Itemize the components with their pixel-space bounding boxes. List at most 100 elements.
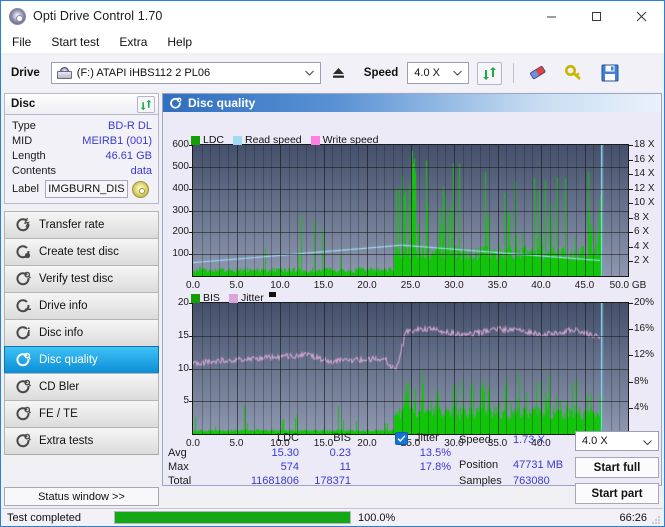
- sidebar-item-transfer-rate[interactable]: Transfer rate: [4, 211, 159, 239]
- gridline-vertical-minor: [619, 145, 620, 276]
- sidebar-item-extra-tests[interactable]: Extra tests: [4, 427, 159, 455]
- axis-tick-label: 4 X: [634, 240, 650, 252]
- gridline-vertical-major: [585, 145, 586, 276]
- axis-tick: [629, 303, 633, 304]
- gridline-vertical-minor: [306, 303, 307, 434]
- gridline-vertical-minor: [611, 145, 612, 276]
- window-controls: [529, 1, 664, 31]
- legend-swatch-ldc: [191, 135, 200, 145]
- status-window-button[interactable]: Status window >>: [4, 487, 159, 506]
- bis-jitter-plot[interactable]: [192, 302, 629, 435]
- gridline-vertical-minor: [602, 145, 603, 276]
- axis-tick-label: 8 X: [634, 211, 650, 223]
- axis-tick-label: 20.0: [357, 280, 377, 291]
- jitter-checkbox[interactable]: [395, 432, 408, 445]
- gridline-vertical-major: [541, 303, 542, 434]
- sidebar-item-disc-quality[interactable]: Disc quality: [4, 346, 159, 374]
- chevron-down-icon: [643, 440, 652, 446]
- gridline-vertical-minor: [515, 145, 516, 276]
- axis-tick: [629, 160, 633, 161]
- axis-tick-label: 6 X: [634, 226, 650, 238]
- disc-quality-icon: [16, 352, 31, 367]
- axis-tick-label: 20: [177, 297, 189, 308]
- drive-info-icon: [16, 299, 31, 313]
- axis-tick-label: 200: [172, 226, 189, 238]
- speed-select[interactable]: 4.0 X: [407, 62, 470, 84]
- axis-tick: [629, 218, 633, 219]
- sidebar-item-verify-test-disc[interactable]: Verify test disc: [4, 265, 159, 293]
- gridline-vertical-minor: [341, 145, 342, 276]
- disc-info-row-contents: Contents data: [5, 163, 158, 178]
- disc-label-field[interactable]: IMGBURN_DIS: [44, 180, 128, 198]
- resize-grip-icon[interactable]: [650, 514, 661, 525]
- erase-button[interactable]: [525, 62, 550, 85]
- axis-tick-label: 12%: [634, 349, 655, 361]
- save-button[interactable]: [597, 62, 622, 85]
- stats-samples-value: 763080: [513, 475, 550, 487]
- eject-button[interactable]: [325, 61, 352, 85]
- gridline-vertical-minor: [506, 303, 507, 434]
- gridline-vertical-minor: [463, 145, 464, 276]
- check-icon: [397, 435, 406, 443]
- maximize-icon[interactable]: [574, 1, 619, 31]
- gridline-vertical-minor: [315, 303, 316, 434]
- gridline-vertical-minor: [471, 303, 472, 434]
- gridline-vertical-minor: [576, 303, 577, 434]
- stats-total-bis: 178371: [314, 475, 351, 487]
- gridline-vertical-minor: [297, 145, 298, 276]
- gridline-vertical-minor: [332, 145, 333, 276]
- disc-info-value: 46.61 GB: [105, 149, 152, 162]
- ldc-read-speed-plot[interactable]: [192, 144, 629, 277]
- stats-max-bis: 11: [339, 461, 351, 473]
- axis-tick: [629, 174, 633, 175]
- sidebar-item-create-test-disc[interactable]: Create test disc: [4, 238, 159, 266]
- menu-extra[interactable]: Extra: [117, 33, 156, 51]
- gridline-vertical-minor: [402, 145, 403, 276]
- gridline-vertical-major: [498, 145, 499, 276]
- legend-swatch-extra: [268, 292, 276, 297]
- disc-refresh-button[interactable]: [137, 96, 155, 113]
- gridline-vertical-minor: [428, 145, 429, 276]
- disc-info-row-mid: MID MEIRB1 (001): [5, 133, 158, 148]
- gridline-vertical-minor: [254, 303, 255, 434]
- close-icon[interactable]: [619, 1, 664, 31]
- legend-entry-bis: BIS: [191, 292, 220, 304]
- sidebar-item-fe-te[interactable]: FE / TE: [4, 400, 159, 428]
- key-button[interactable]: [561, 62, 586, 85]
- gridline-vertical-minor: [567, 303, 568, 434]
- gridline-vertical-minor: [263, 145, 264, 276]
- axis-tick: [629, 247, 633, 248]
- axis-tick: [629, 145, 633, 146]
- test-speed-select[interactable]: 4.0 X: [575, 431, 659, 451]
- chevron-down-icon: [453, 70, 463, 76]
- start-part-button[interactable]: Start part: [575, 483, 659, 504]
- axis-tick: [189, 189, 192, 190]
- menu-file[interactable]: File: [10, 33, 40, 51]
- gridline-vertical-major: [324, 303, 325, 434]
- legend-entry-jitter: Jitter: [228, 292, 264, 304]
- progress-bar: [114, 511, 351, 524]
- sidebar-item-cd-bler[interactable]: CD Bler: [4, 373, 159, 401]
- sidebar-item-drive-info[interactable]: Drive info: [4, 292, 159, 320]
- gridline-vertical-minor: [489, 303, 490, 434]
- axis-tick: [629, 232, 633, 233]
- sidebar-item-disc-info[interactable]: Disc info: [4, 319, 159, 347]
- gridline-vertical-minor: [202, 145, 203, 276]
- nav-list: Transfer rate Create test disc Verify te…: [4, 211, 159, 455]
- menu-help[interactable]: Help: [165, 33, 201, 51]
- disc-info-key: Length: [12, 149, 46, 162]
- drive-select[interactable]: (F:) ATAPI iHBS112 2 PL06: [50, 62, 321, 84]
- gridline-vertical-minor: [376, 145, 377, 276]
- minimize-icon[interactable]: [529, 1, 574, 31]
- refresh-button[interactable]: [477, 61, 503, 85]
- gridline-vertical-major: [411, 303, 412, 434]
- disc-info-row-length: Length 46.61 GB: [5, 148, 158, 163]
- gridline-vertical-minor: [480, 145, 481, 276]
- disc-info-value: MEIRB1 (001): [82, 134, 152, 147]
- menu-start-test[interactable]: Start test: [49, 33, 108, 51]
- gridline-vertical-major: [585, 303, 586, 434]
- start-full-button[interactable]: Start full: [575, 457, 659, 478]
- gridline-vertical-major: [454, 145, 455, 276]
- sidebar-item-label: Verify test disc: [39, 273, 114, 285]
- disc-info-row-type: Type BD-R DL: [5, 118, 158, 133]
